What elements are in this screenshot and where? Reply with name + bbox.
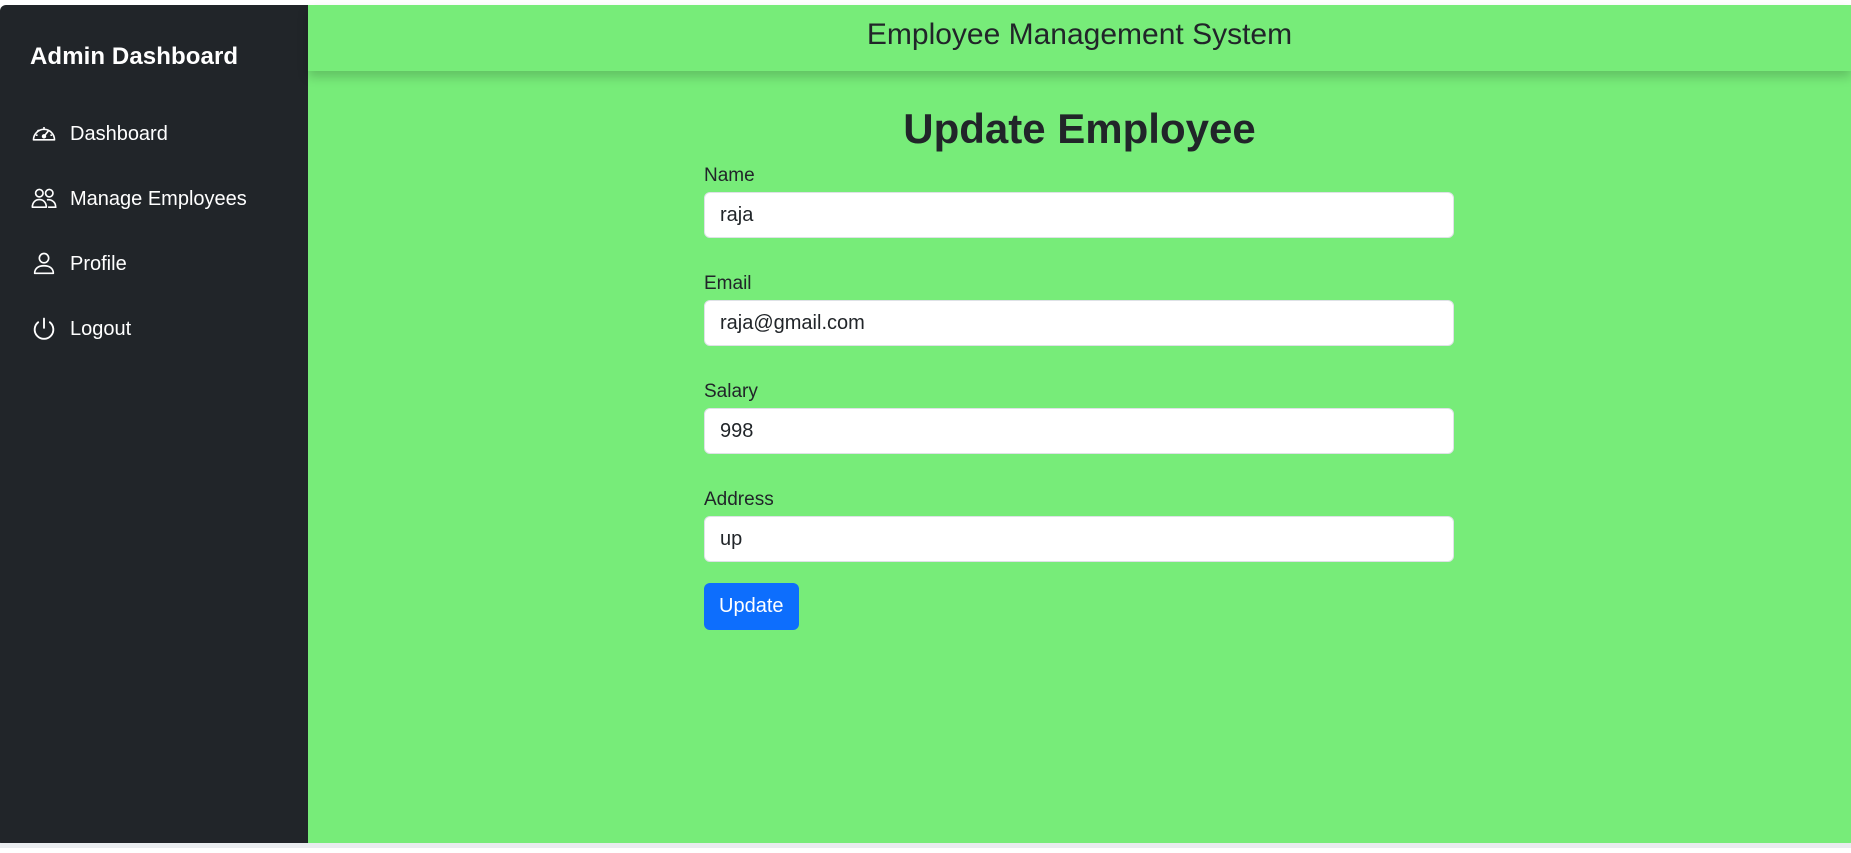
brand-title: Admin Dashboard: [30, 43, 239, 70]
email-label: Email: [704, 273, 752, 294]
top-header: Employee Management System: [308, 5, 1851, 71]
people-icon: [31, 188, 57, 208]
sidebar-item-manage-employees[interactable]: Manage Employees: [30, 181, 247, 217]
address-label: Address: [704, 489, 774, 510]
address-field[interactable]: [704, 516, 1454, 562]
salary-field[interactable]: [704, 408, 1454, 454]
sidebar-item-label: Manage Employees: [70, 187, 247, 210]
app-window: Admin Dashboard Dashboard Manage Employe…: [0, 5, 1851, 853]
app-title: Employee Management System: [866, 18, 1293, 51]
email-field[interactable]: [704, 300, 1454, 346]
salary-label: Salary: [704, 381, 758, 402]
sidebar-item-logout[interactable]: Logout: [30, 311, 131, 347]
page-title: Update Employee: [903, 105, 1256, 152]
name-label: Name: [704, 165, 755, 186]
speedometer-icon: [32, 127, 56, 141]
main-content: Employee Management System Update Employ…: [308, 5, 1851, 848]
power-icon: [33, 317, 55, 340]
sidebar-item-profile[interactable]: Profile: [30, 246, 127, 282]
update-button[interactable]: Update: [704, 583, 799, 630]
name-field[interactable]: [704, 192, 1454, 238]
sidebar-item-label: Dashboard: [70, 122, 168, 145]
window-bottom-edge: [0, 843, 1851, 848]
person-icon: [33, 252, 55, 275]
update-employee-form: Name Email Salary Address Update: [704, 165, 1454, 630]
sidebar-item-label: Profile: [70, 252, 127, 275]
sidebar-item-label: Logout: [70, 317, 132, 340]
sidebar: Admin Dashboard Dashboard Manage Employe…: [0, 5, 308, 848]
sidebar-item-dashboard[interactable]: Dashboard: [30, 116, 168, 152]
